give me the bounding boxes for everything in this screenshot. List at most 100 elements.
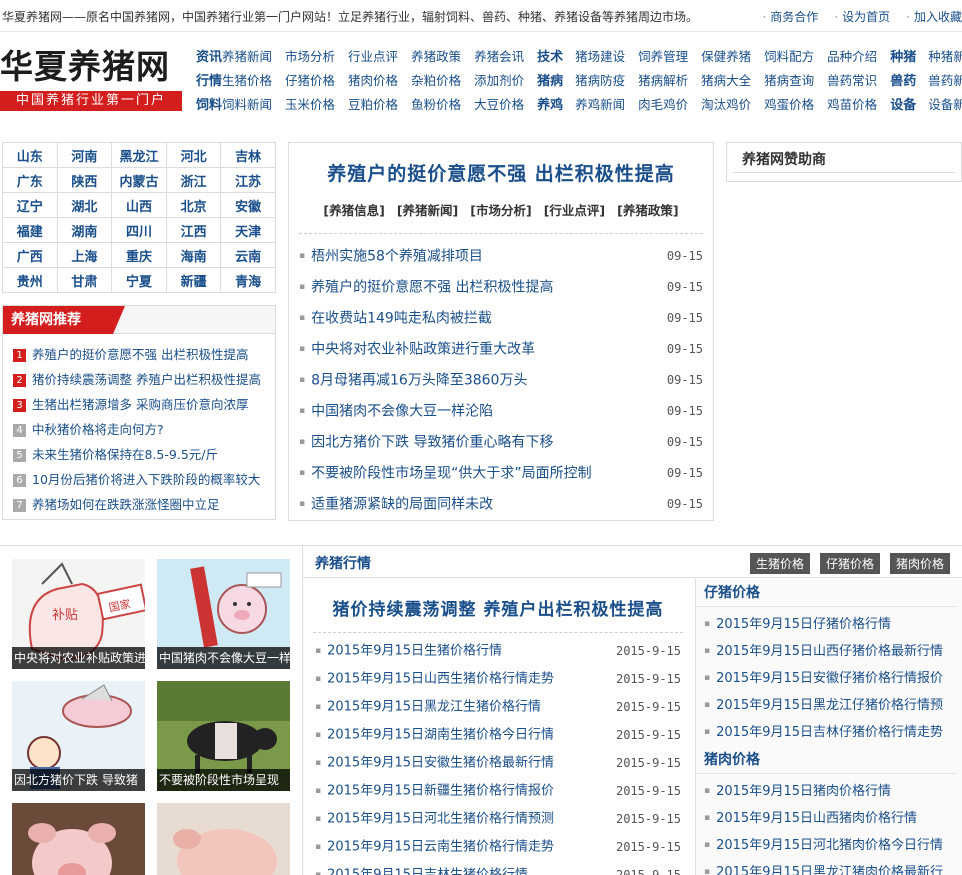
province-link[interactable]: 江西: [165, 217, 222, 243]
nav-link[interactable]: 大豆价格: [474, 94, 524, 118]
photo-item[interactable]: 因北方猪价下跌 导致猪: [12, 681, 145, 791]
business-link[interactable]: · 商务合作: [762, 8, 818, 25]
price-item[interactable]: 2015年9月15日山西生猪价格行情走势 2015-9-15: [303, 665, 693, 693]
news-item[interactable]: 中央将对农业补贴政策进行重大改革 09-15: [289, 334, 713, 365]
province-link[interactable]: 吉林: [220, 142, 276, 168]
piglet-price-item[interactable]: 2015年9月15日仔猪价格行情: [696, 611, 962, 638]
add-favorite-link[interactable]: · 加入收藏: [906, 8, 962, 25]
province-link[interactable]: 山西: [111, 192, 167, 218]
nav-link[interactable]: 猪病解析: [638, 70, 688, 94]
piglet-price-item[interactable]: 2015年9月15日山西仔猪价格最新行情: [696, 638, 962, 665]
nav-link[interactable]: 猪场建设: [575, 46, 625, 70]
photo-item[interactable]: [157, 803, 290, 875]
province-link[interactable]: 湖南: [56, 217, 113, 243]
nav-link[interactable]: 猪病防疫: [575, 70, 625, 94]
nav-link[interactable]: 鱼粉价格: [411, 94, 461, 118]
price-item[interactable]: 2015年9月15日新疆生猪价格行情报价 2015-9-15: [303, 777, 693, 805]
province-link[interactable]: 四川: [111, 217, 167, 243]
news-item[interactable]: 8月母猪再减16万头降至3860万头 09-15: [289, 365, 713, 396]
market-title[interactable]: 养猪行情: [315, 553, 371, 573]
headline-title[interactable]: 养殖户的挺价意愿不强 出栏积极性提高: [289, 159, 713, 186]
news-item[interactable]: 适重猪源紧缺的局面同样未改 09-15: [289, 489, 713, 520]
pork-price-title[interactable]: 猪肉价格: [696, 746, 957, 774]
news-item[interactable]: 养殖户的挺价意愿不强 出栏积极性提高 09-15: [289, 272, 713, 303]
piglet-price-item[interactable]: 2015年9月15日黑龙江仔猪价格行情预: [696, 692, 962, 719]
recommend-item[interactable]: 1 养殖户的挺价意愿不强 出栏积极性提高: [3, 342, 275, 367]
nav-link[interactable]: 养猪政策: [411, 46, 461, 70]
nav-link[interactable]: 豆粕价格: [348, 94, 398, 118]
nav-link[interactable]: 猪肉价格: [348, 70, 398, 94]
province-link[interactable]: 内蒙古: [111, 167, 167, 193]
nav-link[interactable]: 兽药常识: [827, 70, 877, 94]
news-item[interactable]: 因北方猪价下跌 导致猪价重心略有下移 09-15: [289, 427, 713, 458]
piglet-price-item[interactable]: 2015年9月15日安徽仔猪价格行情报价: [696, 665, 962, 692]
photo-item[interactable]: 不要被阶段性市场呈现: [157, 681, 290, 791]
nav-link[interactable]: 种猪新闻: [928, 46, 962, 70]
province-link[interactable]: 天津: [220, 217, 276, 243]
province-link[interactable]: 青海: [220, 267, 276, 293]
photo-item[interactable]: [12, 803, 145, 875]
nav-category[interactable]: 饲料: [196, 94, 222, 118]
nav-link[interactable]: 养猪会讯: [474, 46, 524, 70]
pork-price-item[interactable]: 2015年9月15日猪肉价格行情: [696, 778, 962, 805]
nav-link[interactable]: 品种介绍: [827, 46, 877, 70]
province-link[interactable]: 云南: [220, 242, 276, 268]
nav-link[interactable]: 添加剂价: [474, 70, 524, 94]
nav-category[interactable]: 设备: [890, 94, 916, 118]
nav-category[interactable]: 技术: [537, 46, 563, 70]
nav-category[interactable]: 资讯: [196, 46, 222, 70]
province-link[interactable]: 湖北: [56, 192, 113, 218]
province-link[interactable]: 黑龙江: [111, 142, 167, 168]
piglet-price-item[interactable]: 2015年9月15日吉林仔猪价格行情走势: [696, 719, 962, 746]
nav-link[interactable]: 行业点评: [348, 46, 398, 70]
province-link[interactable]: 陕西: [56, 167, 113, 193]
nav-link[interactable]: 猪病大全: [701, 70, 751, 94]
photo-item[interactable]: 补贴 国家 中央将对农业补贴政策进: [12, 559, 145, 669]
nav-link[interactable]: 养鸡新闻: [575, 94, 625, 118]
province-link[interactable]: 浙江: [165, 167, 222, 193]
nav-category[interactable]: 行情: [196, 70, 222, 94]
province-link[interactable]: 河南: [56, 142, 113, 168]
price-item[interactable]: 2015年9月15日河北生猪价格行情预测 2015-9-15: [303, 805, 693, 833]
nav-category[interactable]: 养鸡: [537, 94, 563, 118]
province-link[interactable]: 山东: [2, 142, 58, 168]
nav-link[interactable]: 杂粕价格: [411, 70, 461, 94]
pork-price-item[interactable]: 2015年9月15日山西猪肉价格行情: [696, 805, 962, 832]
pork-price-item[interactable]: 2015年9月15日黑龙江猪肉价格最新行: [696, 859, 962, 875]
category-tag[interactable]: [行业点评]: [544, 200, 605, 219]
price-item[interactable]: 2015年9月15日生猪价格行情 2015-9-15: [303, 637, 693, 665]
piglet-price-title[interactable]: 仔猪价格: [696, 579, 957, 607]
nav-link[interactable]: 饲养管理: [638, 46, 688, 70]
province-link[interactable]: 宁夏: [111, 267, 167, 293]
price-item[interactable]: 2015年9月15日黑龙江生猪价格行情 2015-9-15: [303, 693, 693, 721]
tab-pork-price[interactable]: 猪肉价格: [889, 553, 950, 574]
news-item[interactable]: 不要被阶段性市场呈现“供大于求”局面所控制 09-15: [289, 458, 713, 489]
recommend-item[interactable]: 3 生猪出栏猪源增多 采购商压价意向浓厚: [3, 392, 275, 417]
photo-item[interactable]: 中国猪肉不会像大豆一样: [157, 559, 290, 669]
recommend-item[interactable]: 5 未来生猪价格保持在8.5-9.5元/斤: [3, 442, 275, 467]
news-item[interactable]: 梧州实施58个养殖减排项目 09-15: [289, 241, 713, 272]
province-link[interactable]: 海南: [165, 242, 222, 268]
province-link[interactable]: 河北: [165, 142, 222, 168]
nav-link[interactable]: 鸡蛋价格: [764, 94, 814, 118]
nav-link[interactable]: 猪病查询: [764, 70, 814, 94]
nav-link[interactable]: 生猪价格: [222, 70, 272, 94]
nav-link[interactable]: 饲料配方: [764, 46, 814, 70]
province-link[interactable]: 江苏: [220, 167, 276, 193]
tab-piglet-price[interactable]: 仔猪价格: [819, 553, 880, 574]
recommend-item[interactable]: 7 养猪场如何在跌跌涨涨怪圈中立足: [3, 492, 275, 517]
province-link[interactable]: 福建: [2, 217, 58, 243]
recommend-item[interactable]: 2 猪价持续震荡调整 养殖户出栏积极性提高: [3, 367, 275, 392]
nav-link[interactable]: 市场分析: [285, 46, 335, 70]
site-logo[interactable]: 华夏养猪网 中国养猪行业第一门户: [0, 45, 184, 113]
province-link[interactable]: 上海: [56, 242, 113, 268]
category-tag[interactable]: [养猪政策]: [617, 200, 678, 219]
price-item[interactable]: 2015年9月15日云南生猪价格行情走势 2015-9-15: [303, 833, 693, 861]
nav-link[interactable]: 保健养猪: [701, 46, 751, 70]
nav-category[interactable]: 兽药: [890, 70, 916, 94]
province-link[interactable]: 甘肃: [56, 267, 113, 293]
province-link[interactable]: 重庆: [111, 242, 167, 268]
nav-link[interactable]: 肉毛鸡价: [638, 94, 688, 118]
province-link[interactable]: 安徽: [220, 192, 276, 218]
price-item[interactable]: 2015年9月15日吉林生猪价格行情 2015-9-15: [303, 861, 693, 875]
